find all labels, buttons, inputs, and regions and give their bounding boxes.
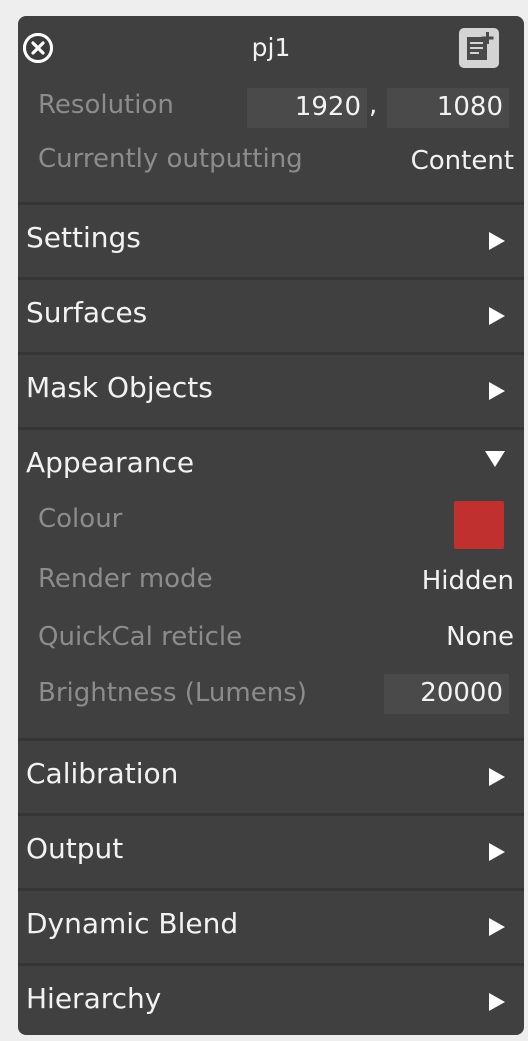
resolution-width-field[interactable]: 1920 [247,88,367,128]
panel-titlebar: pj1 [18,16,524,82]
triangle-right-icon [488,231,506,251]
section-hierarchy[interactable]: Hierarchy [18,963,524,1035]
quickcal-value[interactable]: None [446,622,514,652]
render-mode-row: Render mode Hidden [18,562,524,622]
brightness-row: Brightness (Lumens) 20000 [18,674,524,738]
colour-row: Colour [18,501,524,562]
triangle-down-icon [484,450,506,470]
section-surfaces[interactable]: Surfaces [18,277,524,352]
outputting-value: Content [410,146,514,176]
colour-swatch[interactable] [454,501,504,549]
section-output-title: Output [26,832,124,865]
outputting-row: Currently outputting Content [18,140,524,202]
triangle-right-icon [488,381,506,401]
resolution-separator: , [369,90,378,120]
quickcal-label: QuickCal reticle [38,622,243,652]
section-calibration-title: Calibration [26,757,179,790]
resolution-height-field[interactable]: 1080 [387,88,509,128]
section-mask-objects[interactable]: Mask Objects [18,352,524,427]
brightness-field[interactable]: 20000 [384,674,509,714]
section-surfaces-title: Surfaces [26,296,148,329]
triangle-right-icon [488,992,506,1012]
colour-label: Colour [38,504,123,534]
section-hierarchy-title: Hierarchy [26,982,162,1015]
brightness-label: Brightness (Lumens) [38,678,307,708]
section-settings-title: Settings [26,221,141,254]
triangle-right-icon [488,917,506,937]
section-dynamic-blend-title: Dynamic Blend [26,907,239,940]
outputting-label: Currently outputting [38,144,303,174]
section-mask-objects-title: Mask Objects [26,371,213,404]
section-output[interactable]: Output [18,813,524,888]
section-appearance-title: Appearance [26,446,195,479]
quickcal-row: QuickCal reticle None [18,622,524,674]
render-mode-value[interactable]: Hidden [422,566,514,596]
section-settings[interactable]: Settings [18,202,524,277]
render-mode-label: Render mode [38,564,213,594]
notes-add-icon [467,32,494,60]
projector-panel: pj1 Resolution 1920 , 1080 Currently out… [18,16,524,1035]
section-dynamic-blend[interactable]: Dynamic Blend [18,888,524,963]
section-calibration[interactable]: Calibration [18,738,524,813]
triangle-right-icon [488,767,506,787]
section-appearance[interactable]: Appearance [18,427,524,502]
triangle-right-icon [488,306,506,326]
notes-button[interactable] [459,28,499,68]
panel-title: pj1 [251,33,291,62]
triangle-right-icon [488,842,506,862]
resolution-label: Resolution [38,90,174,120]
resolution-row: Resolution 1920 , 1080 [18,82,524,140]
